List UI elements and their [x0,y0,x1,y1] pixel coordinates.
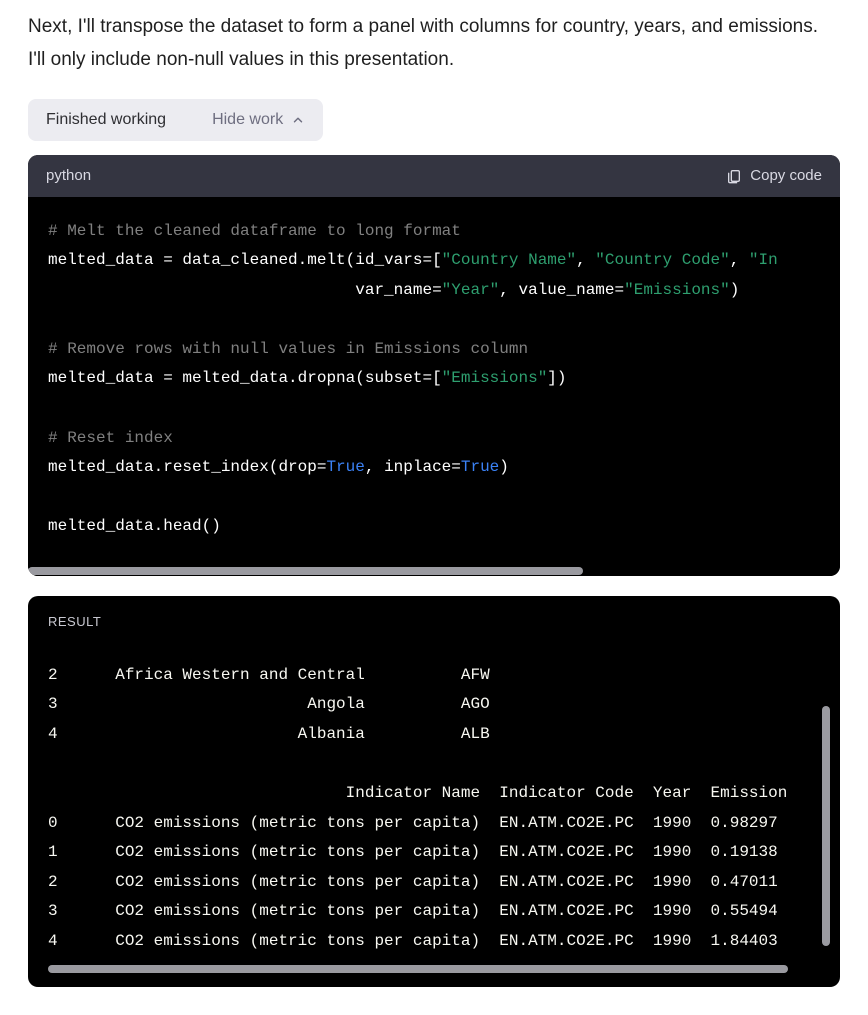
result-content[interactable]: 2 Africa Western and Central AFW 3 Angol… [48,631,820,957]
chevron-up-icon [291,113,305,127]
copy-code-label: Copy code [750,167,822,184]
status-label: Finished working [46,111,166,129]
code-content[interactable]: # Melt the cleaned dataframe to long for… [28,197,840,567]
hide-work-label: Hide work [212,111,283,129]
status-chip: Finished working Hide work [28,99,323,141]
result-horizontal-scrollbar[interactable] [48,965,788,973]
code-language: python [46,167,91,184]
clipboard-icon [726,167,742,185]
intro-text: Next, I'll transpose the dataset to form… [28,10,840,77]
code-block: python Copy code # Melt the cleaned data… [28,155,840,577]
scrollbar-thumb[interactable] [28,567,583,575]
result-block: RESULT 2 Africa Western and Central AFW … [28,596,840,987]
result-label: RESULT [48,614,820,629]
result-vertical-scrollbar[interactable] [822,706,830,946]
code-header: python Copy code [28,155,840,197]
copy-code-button[interactable]: Copy code [726,167,822,185]
code-horizontal-scrollbar[interactable] [28,566,840,576]
hide-work-toggle[interactable]: Hide work [212,111,305,129]
